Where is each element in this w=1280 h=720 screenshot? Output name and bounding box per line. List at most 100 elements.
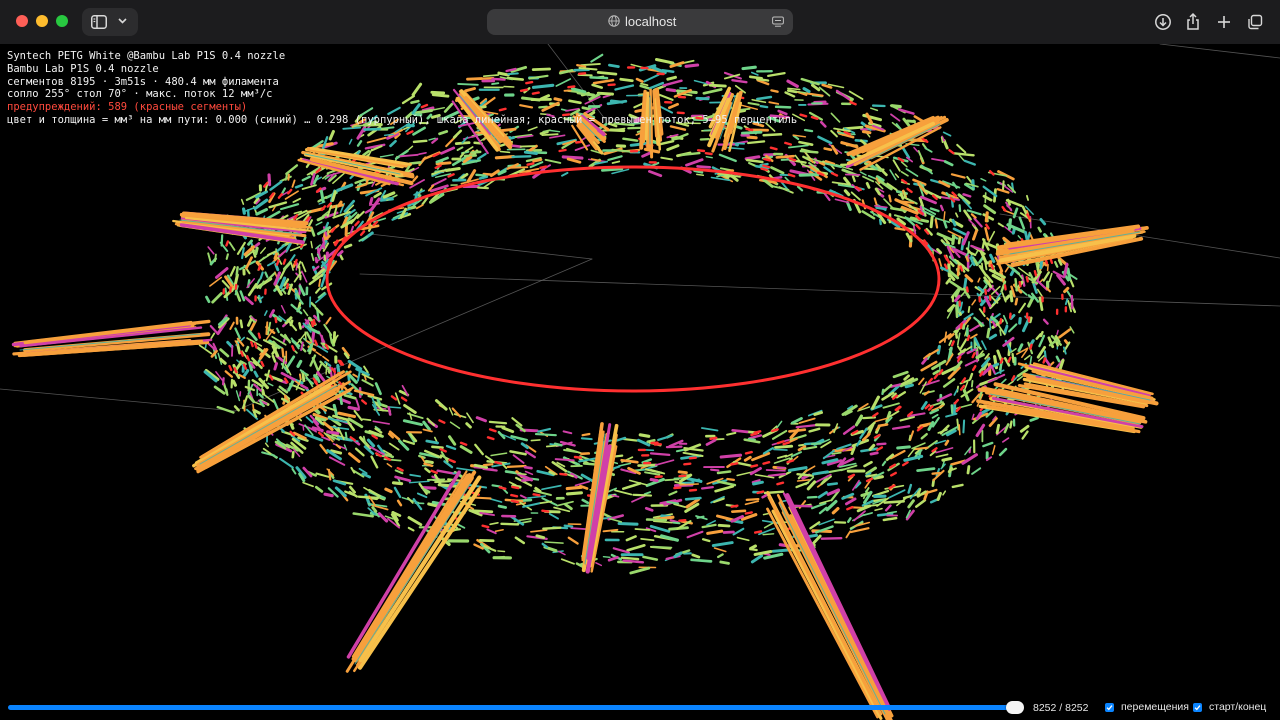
- spike-segment: [785, 493, 892, 711]
- extrusion-segment: [730, 514, 745, 523]
- extrusion-segment: [806, 92, 824, 97]
- overflow-segment: [245, 355, 251, 362]
- extrusion-segment: [942, 490, 947, 496]
- address-bar[interactable]: localhost: [487, 9, 793, 35]
- overflow-segment: [510, 499, 519, 504]
- extrusion-segment: [983, 204, 997, 215]
- overflow-segment: [933, 373, 939, 380]
- extrusion-segment: [830, 129, 838, 138]
- close-window-button[interactable]: [16, 15, 28, 27]
- extrusion-segment: [314, 256, 319, 264]
- extrusion-segment: [386, 462, 393, 468]
- zoom-window-button[interactable]: [56, 15, 68, 27]
- extrusion-segment: [744, 155, 761, 161]
- extrusion-segment: [953, 403, 973, 410]
- extrusion-segment: [964, 358, 979, 367]
- extrusion-segment: [209, 276, 223, 287]
- new-tab-button[interactable]: [1213, 11, 1235, 33]
- extrusion-segment: [811, 83, 821, 92]
- extrusion-segment: [315, 287, 322, 294]
- extrusion-segment: [813, 411, 823, 416]
- overflow-segment: [1001, 205, 1007, 212]
- extrusion-segment: [950, 404, 954, 415]
- print-stats: сегментов 8195 · 3m51s · 480.4 мм филаме…: [7, 75, 279, 88]
- overflow-segment: [709, 436, 718, 440]
- extrusion-segment: [796, 473, 814, 477]
- extrusion-segment: [502, 463, 508, 470]
- extrusion-segment: [963, 277, 968, 290]
- extrusion-segment: [561, 155, 584, 160]
- extrusion-segment: [471, 509, 494, 514]
- toolpath-render[interactable]: [0, 44, 1280, 720]
- travel-checkbox[interactable]: [1105, 703, 1114, 712]
- overflow-segment: [678, 519, 687, 522]
- extrusion-segment: [690, 558, 713, 563]
- extrusion-segment: [300, 384, 309, 390]
- extrusion-segment: [817, 135, 833, 145]
- inner-perimeter-overflow: [325, 165, 941, 393]
- startend-label[interactable]: старт/конец: [1209, 701, 1266, 713]
- overflow-segment: [901, 461, 909, 467]
- overflow-segment: [810, 115, 819, 121]
- extrusion-segment: [488, 420, 508, 425]
- extrusion-segment: [861, 432, 871, 442]
- extrusion-segment: [932, 369, 940, 376]
- extrusion-segment: [1067, 299, 1073, 313]
- extrusion-segment: [560, 558, 575, 565]
- minimize-window-button[interactable]: [36, 15, 48, 27]
- extrusion-segment: [266, 321, 272, 336]
- extrusion-segment: [955, 304, 959, 319]
- extrusion-segment: [942, 139, 949, 150]
- extrusion-segment: [920, 432, 928, 440]
- extrusion-segment: [751, 452, 771, 462]
- travel-label[interactable]: перемещения: [1121, 701, 1189, 713]
- extrusion-segment: [1012, 207, 1019, 219]
- extrusion-segment: [278, 457, 294, 469]
- extrusion-segment: [988, 318, 992, 331]
- overflow-segment: [286, 282, 289, 290]
- extrusion-segment: [549, 134, 566, 139]
- extrusion-segment: [484, 455, 494, 462]
- extrusion-segment: [961, 453, 978, 465]
- tab-overview-button[interactable]: [1244, 11, 1266, 33]
- extrusion-segment: [1038, 334, 1046, 348]
- startend-checkbox[interactable]: [1193, 703, 1202, 712]
- gcode-viewport[interactable]: Syntech PETG White @Bambu Lab P1S 0.4 no…: [0, 44, 1280, 720]
- extrusion-segment: [394, 149, 409, 160]
- spike-segment: [788, 514, 893, 720]
- overflow-segment: [481, 524, 490, 529]
- extrusion-segment: [645, 518, 668, 522]
- extrusion-segment: [890, 113, 901, 122]
- segment-slider-thumb[interactable]: [1006, 701, 1024, 714]
- extrusion-segment: [1017, 267, 1031, 277]
- overflow-segment: [950, 340, 955, 347]
- extrusion-segment: [840, 141, 859, 149]
- extrusion-segment: [1036, 279, 1049, 291]
- extrusion-segment: [971, 299, 977, 306]
- share-button[interactable]: [1182, 11, 1204, 33]
- extrusion-segment: [749, 544, 757, 551]
- extrusion-segment: [921, 357, 928, 365]
- extrusion-segment: [494, 155, 516, 160]
- extrusion-segment: [863, 460, 873, 468]
- extrusion-segment: [765, 469, 786, 472]
- extrusion-segment: [799, 149, 819, 154]
- overflow-segment: [688, 456, 697, 460]
- extrusion-segment: [1014, 297, 1019, 306]
- extrusion-segment: [544, 158, 562, 164]
- extrusion-segment: [1058, 328, 1072, 339]
- extrusion-segment: [1026, 194, 1029, 201]
- extrusion-segment: [379, 153, 394, 158]
- extrusion-segment: [846, 201, 852, 211]
- extrusion-segment: [280, 371, 296, 382]
- overflow-segment: [787, 173, 796, 178]
- sidebar-toggle-button[interactable]: [82, 8, 138, 36]
- checkmark-icon: [1194, 705, 1201, 711]
- extrusion-segment: [750, 554, 764, 564]
- download-button[interactable]: [1152, 11, 1174, 33]
- extrusion-segment: [383, 133, 394, 137]
- reader-icon[interactable]: [772, 16, 784, 28]
- extrusion-segment: [226, 340, 234, 349]
- extrusion-segment: [402, 419, 424, 427]
- segment-slider[interactable]: [8, 705, 1020, 710]
